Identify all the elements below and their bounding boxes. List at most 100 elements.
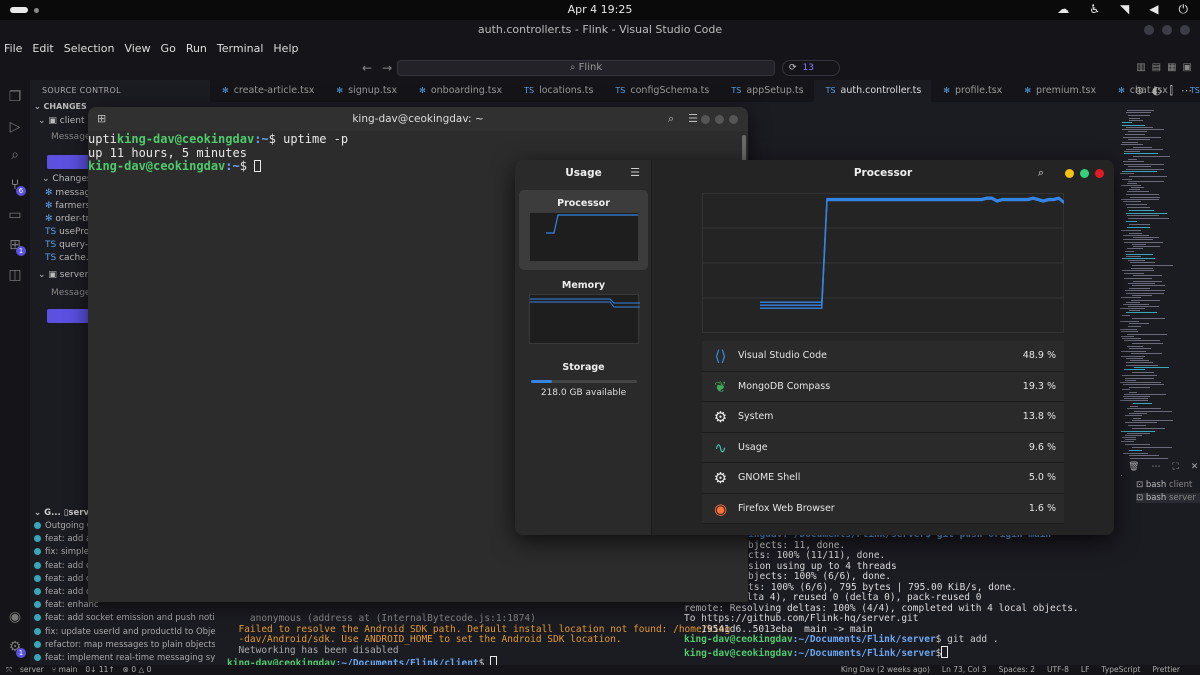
search-icon[interactable]: ⌕ [6, 146, 24, 164]
new-tab-icon[interactable]: ⊞ [97, 107, 106, 131]
storage-card[interactable]: Storage 218.0 GB available [519, 354, 648, 434]
close-button[interactable] [1180, 25, 1190, 35]
run-debug-icon[interactable]: ▷ [6, 118, 24, 136]
search-icon[interactable]: ⌕ [1038, 160, 1044, 186]
menu-selection[interactable]: Selection [64, 40, 115, 58]
sync-indicator[interactable]: 0↓ 11↑ [85, 665, 114, 675]
editor-tab[interactable]: ✻ onboarding.tsx [407, 80, 512, 102]
changes-section-toggle[interactable]: ⌄ CHANGES [34, 102, 87, 115]
editor-tab[interactable]: ✻ premium.tsx [1012, 80, 1106, 102]
terminal-tab-server[interactable]: ⊡ bash server [1136, 493, 1200, 503]
git-blame[interactable]: King Dav (2 weeks ago) [841, 665, 930, 675]
processor-card[interactable]: Processor [519, 190, 648, 270]
menu-edit[interactable]: Edit [32, 40, 53, 58]
changes-group[interactable]: ⌄ Changes [42, 174, 92, 187]
commit-graph-item[interactable]: refactor: map messages to plain objects … [30, 640, 232, 653]
repo-client[interactable]: ⌄ ▣ client [38, 116, 85, 129]
split-editor-icon[interactable]: ⫿ [1169, 84, 1173, 98]
system-clock[interactable]: Apr 4 19:25 [0, 3, 1200, 16]
commit-graph-item[interactable]: Outgoing Cl [30, 521, 95, 534]
formatter[interactable]: Prettier [1152, 665, 1180, 675]
commit-graph-item[interactable]: feat: add co [30, 587, 96, 600]
memory-card[interactable]: Memory [519, 272, 648, 352]
commit-graph-item[interactable]: fix: simple fi [30, 547, 97, 560]
maximize-panel-icon[interactable]: ⛶ [1172, 462, 1178, 472]
changed-file[interactable]: ✻ farmers [45, 201, 90, 214]
layout-panel-icon[interactable]: ▤ [1152, 62, 1161, 73]
maximize-button[interactable] [1162, 25, 1172, 35]
process-row[interactable]: ⚙ GNOME Shell 5.0 % [702, 463, 1064, 494]
cursor-position[interactable]: Ln 73, Col 3 [942, 665, 987, 675]
language-mode[interactable]: TypeScript [1101, 665, 1140, 675]
editor-tab[interactable]: TS auth.controller.ts [813, 80, 932, 102]
more-actions-icon[interactable]: ⋯ [1181, 84, 1192, 98]
changed-file[interactable]: ✻ messag [45, 188, 90, 201]
close-button[interactable] [729, 115, 738, 124]
minimize-button[interactable] [1144, 25, 1154, 35]
back-arrow-icon[interactable]: ← [362, 61, 372, 75]
trash-icon[interactable]: 🗑 [1128, 462, 1139, 472]
menu-view[interactable]: View [124, 40, 150, 58]
process-row[interactable]: ∿ Usage 9.6 % [702, 432, 1064, 463]
forward-arrow-icon[interactable]: → [382, 61, 392, 75]
changed-file[interactable]: ✻ order-tr [45, 214, 89, 227]
terminal-tab-client[interactable]: ⊡ bash client [1136, 480, 1192, 490]
layout-sidebar-icon[interactable]: ▥ [1136, 62, 1145, 73]
remote-indicator[interactable]: ⤧ [6, 665, 12, 675]
process-row[interactable]: ❦ MongoDB Compass 19.3 % [702, 371, 1064, 402]
compare-icon[interactable]: ◐ [1152, 84, 1162, 98]
remote-explorer-icon[interactable]: ▭ [6, 206, 24, 224]
manage-gear-icon[interactable]: ⚙ 1 [6, 638, 26, 658]
commit-graph-item[interactable]: feat: add ac [30, 534, 96, 547]
layout-secondary-icon[interactable]: ▦ [1167, 62, 1176, 73]
changed-file[interactable]: TS query-c [45, 240, 93, 253]
maximize-button[interactable] [715, 115, 724, 124]
process-row[interactable]: ◉ Firefox Web Browser 1.6 % [702, 493, 1064, 524]
editor-tab[interactable]: ✻ create-article.tsx [210, 80, 324, 102]
commit-graph-item[interactable]: feat: enhanc [30, 600, 99, 613]
minimize-button[interactable] [1065, 169, 1074, 178]
extensions-icon[interactable]: ⊞ 1 [6, 236, 26, 256]
commit-graph-item[interactable]: feat: add co [30, 561, 96, 574]
end-of-line[interactable]: LF [1081, 665, 1090, 675]
encoding[interactable]: UTF-8 [1047, 665, 1069, 675]
status-folder[interactable]: server [20, 665, 44, 675]
commit-message-input[interactable]: Message [51, 132, 90, 145]
hamburger-menu-icon[interactable]: ☰ [688, 107, 698, 131]
command-center-search[interactable]: ⌕ Flink [397, 60, 775, 76]
minimize-button[interactable] [701, 115, 710, 124]
editor-tab[interactable]: ✻ signup.tsx [324, 80, 407, 102]
menu-terminal[interactable]: Terminal [217, 40, 264, 58]
repo-server[interactable]: ⌄ ▣ server [38, 270, 88, 283]
editor-tab[interactable]: ✻ profile.tsx [931, 80, 1012, 102]
hamburger-menu-icon[interactable]: ☰ [630, 160, 640, 186]
layout-customize-icon[interactable]: ▣ [1183, 62, 1192, 73]
maximize-button[interactable] [1080, 169, 1089, 178]
problems-indicator[interactable]: ⊗ 0 △ 0 [123, 665, 152, 675]
terminal-body[interactable]: uptiking-dav@ceokingdav:~$ uptime -p up … [88, 132, 348, 174]
editor-tab[interactable]: TS configSchema.ts [603, 80, 719, 102]
copilot-button[interactable]: ⟳ 13 [782, 60, 840, 76]
close-panel-icon[interactable]: ✕ [1191, 462, 1199, 472]
commit-graph-item[interactable]: feat: add co [30, 574, 96, 587]
menu-run[interactable]: Run [186, 40, 207, 58]
system-tray[interactable]: ☁ ♿ ◥ ◀ ⏻ [1057, 2, 1188, 17]
explorer-icon[interactable]: ❐ [6, 88, 24, 106]
editor-tab[interactable]: TS appSetup.ts [719, 80, 813, 102]
source-control-icon[interactable]: ⑂ 6 [6, 176, 26, 196]
database-icon[interactable]: ◫ [6, 266, 24, 284]
process-row[interactable]: ⚙ System 13.8 % [702, 402, 1064, 433]
menu-help[interactable]: Help [273, 40, 298, 58]
commit-graph-item[interactable]: feat: add socket emission and push notif… [30, 613, 233, 626]
process-row[interactable]: ⟨⟩ Visual Studio Code 48.9 % [702, 341, 1064, 372]
indentation[interactable]: Spaces: 2 [999, 665, 1035, 675]
editor-tab[interactable]: TS locations.ts [512, 80, 603, 102]
menu-go[interactable]: Go [161, 40, 176, 58]
menu-file[interactable]: File [4, 40, 22, 58]
account-icon[interactable]: ◉ [6, 608, 24, 626]
more-icon[interactable]: ⋯ [1151, 462, 1160, 472]
search-icon[interactable]: ⌕ [668, 107, 674, 131]
copilot-icon[interactable]: ⊛ [1135, 84, 1144, 98]
commit-graph-item[interactable]: fix: update userId and productId to Obje… [30, 627, 234, 640]
editor-minimap[interactable] [1120, 110, 1180, 480]
